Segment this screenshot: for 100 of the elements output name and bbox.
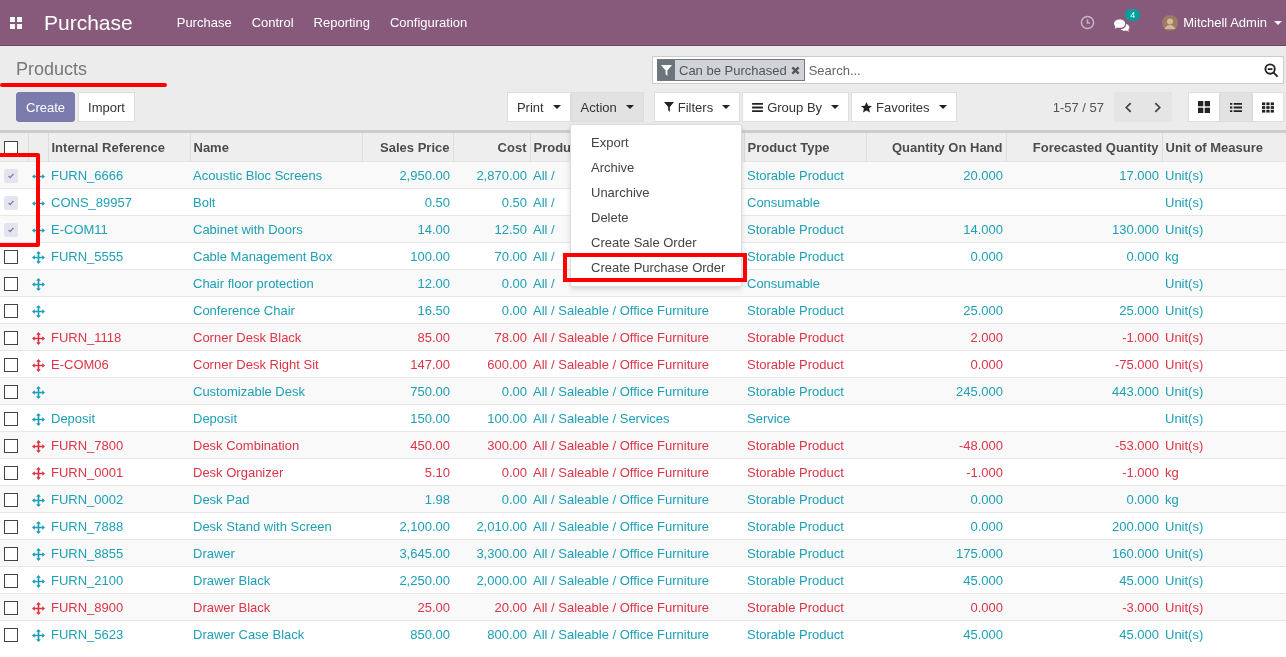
move-handle-icon[interactable] [31,169,45,183]
quantity-on-hand: 0.000 [970,491,1003,507]
quantity-on-hand: 14.000 [963,221,1003,237]
row-checkbox[interactable] [4,519,18,534]
navbar-menu-item[interactable]: Control [251,15,294,30]
internal-reference: E-COM06 [51,356,109,372]
sales-price: 150.00 [410,410,450,426]
internal-reference: FURN_0002 [51,491,124,507]
cost: 2,000.00 [476,572,527,588]
row-checkbox[interactable] [4,600,18,615]
internal-reference: FURN_1118 [51,329,122,345]
row-checkbox[interactable] [4,573,18,588]
menu-item[interactable]: Create Sale Order [571,230,741,255]
navbar-menu-item[interactable]: Configuration [389,15,468,30]
navbar-menu-item[interactable]: Reporting [313,15,370,30]
sales-price: 100.00 [410,248,450,264]
search-icon[interactable] [1264,62,1279,78]
dropdown-button[interactable]: Favorites [851,92,957,122]
row-checkbox[interactable] [4,276,18,291]
import-button[interactable]: Import [78,92,135,122]
forecasted-quantity: 25.000 [1119,302,1159,318]
user-menu[interactable]: Mitchell Admin [1162,14,1282,31]
create-button[interactable]: Create [16,92,76,122]
cost: 20.00 [494,599,527,615]
move-handle-icon[interactable] [31,466,45,480]
move-handle-icon[interactable] [31,385,45,399]
product-category: All / Saleable / Office Furniture [533,491,710,507]
column-header[interactable]: Sales Price [362,132,453,162]
navbar-menu-item[interactable]: Purchase [176,15,232,30]
move-handle-icon[interactable] [31,520,45,534]
select-all-checkbox[interactable] [4,140,18,155]
product-type: Storable Product [747,464,844,480]
product-name: Acoustic Bloc Screens [193,167,323,183]
row-checkbox[interactable] [4,303,18,318]
move-handle-icon[interactable] [31,358,45,372]
column-header[interactable]: Product Type [744,132,866,162]
row-checkbox[interactable] [4,357,18,372]
unit-of-measure: Unit(s) [1165,626,1204,642]
column-header[interactable]: Unit of Measure [1162,132,1286,162]
quantity-on-hand: -1.000 [966,464,1003,480]
menu-item[interactable]: Export [571,130,741,155]
row-checkbox[interactable] [4,249,18,264]
product-category: All / [533,167,555,183]
dropdown-button[interactable]: Filters [653,92,741,122]
move-handle-icon[interactable] [31,601,45,615]
view-switch-button[interactable] [1252,92,1284,122]
quantity-on-hand: -48.000 [958,437,1003,453]
row-checkbox[interactable] [4,384,18,399]
apps-grid-icon[interactable] [10,16,22,29]
column-header[interactable]: Forecasted Quantity [1006,132,1162,162]
product-category: All / Saleable / Office Furniture [533,437,710,453]
filter-facet[interactable]: Can be Purchased [657,59,805,81]
check-icon [7,198,15,207]
view-switch-button[interactable] [1220,92,1252,122]
cost: 0.50 [501,194,527,210]
move-handle-icon[interactable] [31,439,45,453]
sales-price: 2,100.00 [399,518,450,534]
menu-item[interactable]: Archive [571,155,741,180]
clock-icon[interactable] [1080,15,1096,30]
forecasted-quantity: 0.000 [1126,491,1159,507]
product-type: Consumable [747,194,820,210]
move-handle-icon[interactable] [31,277,45,291]
column-header[interactable]: Name [190,132,362,162]
product-category: All / Saleable / Office Furniture [533,626,710,642]
previous-page-button[interactable] [1114,92,1143,122]
move-handle-icon[interactable] [31,250,45,264]
row-checkbox[interactable] [4,492,18,507]
row-checkbox[interactable] [4,546,18,561]
quantity-on-hand: 0.000 [970,356,1003,372]
column-header[interactable]: Cost [453,132,530,162]
row-checkbox[interactable] [4,465,18,480]
move-handle-icon[interactable] [31,493,45,507]
menu-item[interactable]: Unarchive [571,180,741,205]
next-page-button[interactable] [1143,92,1172,122]
view-switch-button[interactable] [1188,92,1220,122]
move-handle-icon[interactable] [31,574,45,588]
move-handle-icon[interactable] [31,223,45,237]
dropdown-button[interactable]: Print [506,92,571,122]
row-checkbox[interactable] [4,438,18,453]
search-field[interactable]: Can be Purchased Search... [652,56,1284,84]
dropdown-button[interactable]: Group By [742,92,850,122]
menu-item[interactable]: Delete [571,205,741,230]
row-checkbox[interactable] [4,411,18,426]
column-header[interactable]: Internal Reference [48,132,190,162]
move-handle-icon[interactable] [31,412,45,426]
move-handle-icon[interactable] [31,331,45,345]
product-name: Deposit [193,410,238,426]
product-type: Storable Product [747,329,844,345]
column-header[interactable]: Quantity On Hand [866,132,1006,162]
dropdown-button[interactable]: Action [570,92,644,122]
move-handle-icon[interactable] [31,304,45,318]
product-category: All / Saleable / Office Furniture [533,356,710,372]
product-type: Storable Product [747,248,844,264]
row-checkbox[interactable] [4,627,18,642]
row-checkbox[interactable] [4,330,18,345]
move-handle-icon[interactable] [31,628,45,642]
move-handle-icon[interactable] [31,547,45,561]
move-handle-icon[interactable] [31,196,45,210]
cost: 3,300.00 [476,545,527,561]
remove-icon[interactable] [790,65,800,75]
